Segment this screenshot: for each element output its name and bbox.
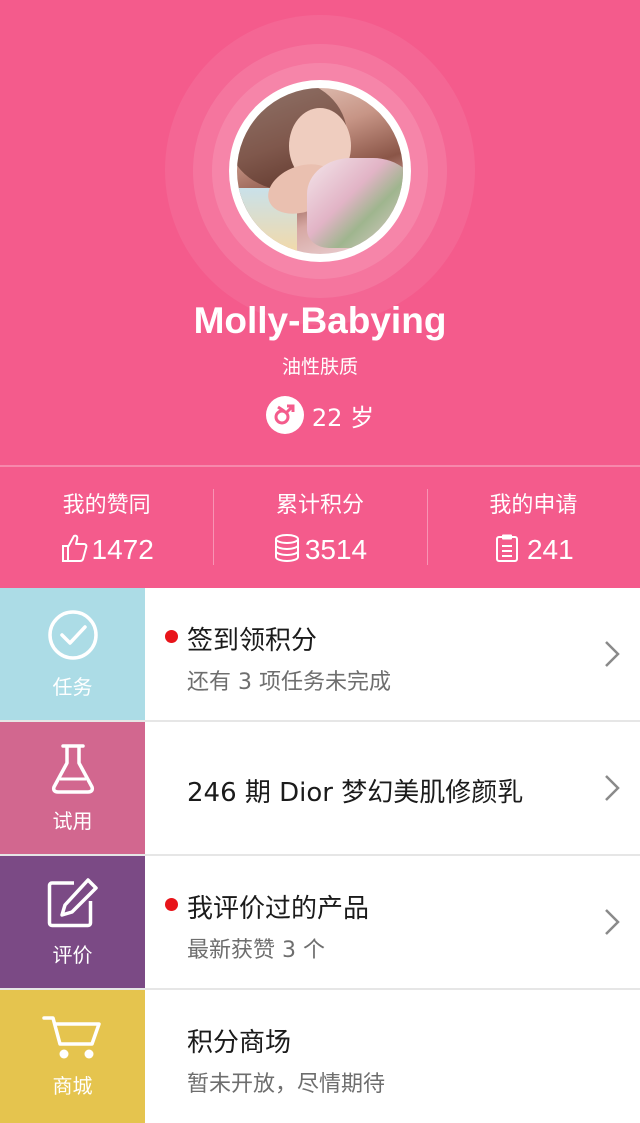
stat-value: 1472 <box>91 534 154 565</box>
chevron-right-icon <box>604 774 620 806</box>
stat-label: 我的赞同 <box>62 493 151 518</box>
stat-value: 3514 <box>304 534 368 565</box>
clipboard-icon <box>493 533 523 567</box>
menu-title: 我评价过的产品 <box>187 894 370 924</box>
menu-tile-trial: 试用 <box>0 722 145 854</box>
menu-subtitle: 还有 3 项任务未完成 <box>187 670 391 695</box>
stat-label: 我的申请 <box>489 493 578 518</box>
tile-label: 任务 <box>52 674 93 699</box>
check-circle-icon <box>47 609 99 665</box>
menu-item-mall[interactable]: 商城 积分商场 暂未开放，尽情期待 <box>0 990 640 1123</box>
thumbs-up-icon <box>60 533 88 567</box>
tile-label: 试用 <box>52 808 93 833</box>
chevron-right-icon <box>604 640 620 672</box>
menu-item-tasks[interactable]: 任务 签到领积分 还有 3 项任务未完成 <box>0 588 640 722</box>
stat-likes[interactable]: 我的赞同 1472 <box>0 467 213 588</box>
stat-label: 累计积分 <box>275 493 364 518</box>
menu-subtitle: 最新获赞 3 个 <box>187 938 325 963</box>
menu-title: 签到领积分 <box>187 626 318 656</box>
avatar[interactable] <box>229 80 411 262</box>
stat-value: 241 <box>526 534 574 565</box>
age-label: 22 岁 <box>311 403 375 432</box>
notification-dot <box>165 898 178 911</box>
menu-tile-mall: 商城 <box>0 990 145 1123</box>
profile-header: Molly-Babying 油性肤质 22 岁 <box>0 0 640 465</box>
stat-applications[interactable]: 我的申请 241 <box>426 467 640 588</box>
tile-label: 商城 <box>52 1074 93 1098</box>
edit-icon <box>46 877 100 933</box>
username: Molly-Babying <box>193 300 447 341</box>
menu-tile-tasks: 任务 <box>0 588 145 720</box>
menu-title: 积分商场 <box>187 1028 292 1058</box>
menu-tile-reviews: 评价 <box>0 856 145 988</box>
menu-item-reviews[interactable]: 评价 我评价过的产品 最新获赞 3 个 <box>0 856 640 990</box>
coin-stack-icon <box>273 533 301 567</box>
tile-label: 评价 <box>52 942 93 967</box>
avatar-photo <box>237 88 403 254</box>
flask-icon <box>50 743 96 799</box>
gender-age: 22 岁 <box>0 396 640 434</box>
skin-type-label: 油性肤质 <box>281 356 358 378</box>
menu-subtitle: 暂未开放，尽情期待 <box>187 1072 386 1097</box>
stat-points[interactable]: 累计积分 3514 <box>213 467 426 588</box>
cart-icon <box>41 1014 104 1064</box>
menu-list: 任务 签到领积分 还有 3 项任务未完成 试用 246 期 Dior 梦幻美肌修… <box>0 588 640 1123</box>
menu-item-trial[interactable]: 试用 246 期 Dior 梦幻美肌修颜乳 <box>0 722 640 856</box>
chevron-right-icon <box>604 908 620 940</box>
gender-icon <box>265 396 304 434</box>
menu-title: 246 期 Dior 梦幻美肌修颜乳 <box>187 778 524 808</box>
stats-bar: 我的赞同 1472 累计积分 3514 我的申请 241 <box>0 465 640 588</box>
notification-dot <box>165 630 178 643</box>
